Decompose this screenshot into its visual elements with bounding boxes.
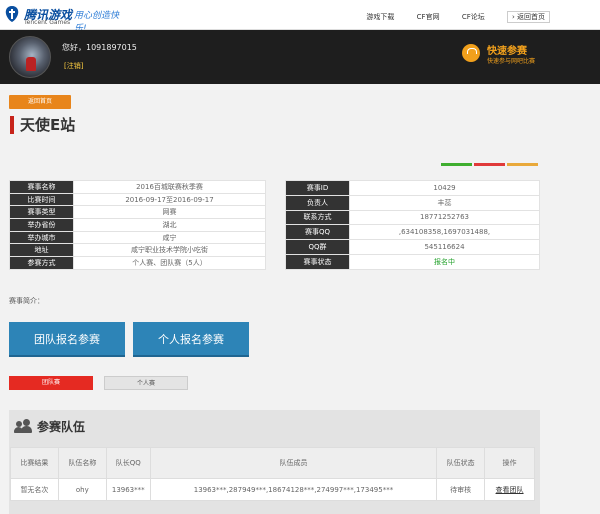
color-bars (441, 163, 539, 166)
teams-cell: 13963***,287949***,18674128***,274997***… (149, 478, 438, 501)
teams-header-cell: 比赛结果 (10, 447, 59, 479)
event-info-value: 湖北 (73, 218, 266, 232)
event-contact-value: ,634108358,1697031488, (349, 224, 540, 241)
event-info-row: 参赛方式 个人赛、团队赛（5人） (9, 256, 266, 270)
event-info-value: 咸宁职业技术学院小吃街 (73, 243, 266, 258)
teams-panel-title: 参赛队伍 (37, 420, 86, 434)
event-info-row: 地址 咸宁职业技术学院小吃街 (9, 243, 266, 258)
title-accent-bar (10, 116, 14, 134)
link-home-label: 返回首页 (517, 13, 545, 21)
quick-join-title: 快速参赛 (487, 46, 527, 57)
teams-header-cell: 队长QQ (105, 447, 151, 479)
event-contact-key: 联系方式 (285, 209, 350, 226)
event-contact-key: 赛事状态 (285, 253, 350, 270)
link-home[interactable]: › 返回首页 (506, 11, 550, 23)
page-title: 天使E站 (20, 116, 76, 134)
event-intro-label: 赛事简介： (9, 297, 44, 305)
event-contact-row: 负责人 丰蕊 (285, 194, 540, 211)
event-info-value: 咸宁 (73, 230, 266, 245)
teams-cell: 待审核 (436, 478, 486, 501)
logout-link[interactable]: [注销] (64, 61, 83, 71)
tab-personal[interactable]: 个人赛 (104, 376, 188, 390)
color-bar-orange (507, 163, 538, 166)
table-row: 暂无名次 ohy 13963*** 13963***,287949***,186741… (10, 478, 535, 501)
event-info-row: 比赛时间 2016-09-17至2016-09-17 (9, 192, 266, 207)
event-contact-row: 赛事ID 10429 (285, 180, 540, 196)
view-team-link[interactable]: 查看团队 (484, 478, 535, 501)
event-info-value: 2016-09-17至2016-09-17 (73, 192, 266, 207)
color-bar-red (474, 163, 505, 166)
brand-name-en: Tencent Games (24, 19, 71, 26)
event-info-value: 2016百城联赛秋季赛 (73, 180, 266, 194)
event-info-row: 赛事类型 网赛 (9, 205, 266, 220)
avatar (9, 36, 51, 78)
event-contact-row: 赛事状态 报名中 (285, 253, 540, 270)
top-links: 游戏下载 CF官网 CF论坛 › 返回首页 (346, 11, 550, 23)
back-home-button[interactable]: 返回首页 (9, 95, 71, 109)
event-contact-row: 赛事QQ ,634108358,1697031488, (285, 224, 540, 241)
event-info-key: 赛事类型 (9, 205, 74, 220)
team-signup-button[interactable]: 团队报名参赛 (9, 322, 125, 357)
tencent-logo-icon (5, 6, 19, 22)
teams-header-cell: 队伍状态 (436, 447, 486, 479)
tencent-games-logo[interactable]: 腾讯游戏 Tencent Games 用心创造快乐! (4, 5, 124, 34)
user-bar: 您好，1091897015 [注销] 快速参赛 快速参与网吧比赛 (0, 30, 600, 84)
event-contact-value: 10429 (349, 180, 540, 196)
event-info-key: 举办省份 (9, 218, 74, 232)
quick-join-subtitle: 快速参与网吧比赛 (487, 58, 536, 65)
quick-join-icon (462, 44, 480, 62)
link-cf-forum[interactable]: CF论坛 (462, 13, 485, 21)
top-bar: 腾讯游戏 Tencent Games 用心创造快乐! 游戏下载 CF官网 CF论… (0, 0, 600, 34)
teams-table: 比赛结果 队伍名称 队长QQ 队伍成员 队伍状态 操作 暂无名次 ohy 13963*** 13… (10, 447, 535, 501)
teams-header-cell: 队伍成员 (149, 447, 438, 479)
event-contact-row: 联系方式 18771252763 (285, 209, 540, 226)
personal-signup-button[interactable]: 个人报名参赛 (133, 322, 249, 357)
event-info-row: 举办城市 咸宁 (9, 230, 266, 245)
user-greeting: 您好，1091897015 (62, 43, 137, 52)
event-info-row: 举办省份 湖北 (9, 218, 266, 232)
event-contact-value: 545116624 (349, 239, 540, 255)
event-info-key: 地址 (9, 243, 74, 258)
event-contact-row: QQ群 545116624 (285, 239, 540, 255)
event-contact-key: 赛事ID (285, 180, 350, 196)
teams-header-cell: 队伍名称 (57, 447, 107, 479)
quick-join-button[interactable]: 快速参赛 快速参与网吧比赛 (462, 42, 562, 68)
event-contact-table: 赛事ID 10429 负责人 丰蕊 联系方式 18771252763 赛事QQ ,634108… (285, 180, 540, 270)
teams-header-cell: 操作 (484, 447, 535, 479)
event-info-value: 网赛 (73, 205, 266, 220)
event-info-value: 个人赛、团队赛（5人） (73, 256, 266, 270)
event-info-key: 比赛时间 (9, 192, 74, 207)
event-contact-key: QQ群 (285, 239, 350, 255)
color-bar-green (441, 163, 472, 166)
event-contact-value: 18771252763 (349, 209, 540, 226)
users-icon (14, 419, 32, 433)
teams-cell: ohy (57, 478, 107, 501)
event-contact-value: 丰蕊 (349, 194, 540, 211)
event-info-row: 赛事名称 2016百城联赛秋季赛 (9, 180, 266, 194)
event-info-key: 参赛方式 (9, 256, 74, 270)
link-cf-official[interactable]: CF官网 (417, 13, 440, 21)
link-game-download[interactable]: 游戏下载 (366, 13, 394, 21)
event-info-key: 举办城市 (9, 230, 74, 245)
event-info-table: 赛事名称 2016百城联赛秋季赛 比赛时间 2016-09-17至2016-09-17… (9, 180, 266, 270)
event-contact-value: 报名中 (349, 253, 540, 270)
event-contact-key: 负责人 (285, 194, 350, 211)
teams-cell: 13963*** (105, 478, 151, 501)
teams-cell: 暂无名次 (10, 478, 59, 501)
event-contact-key: 赛事QQ (285, 224, 350, 241)
tab-team[interactable]: 团队赛 (9, 376, 93, 390)
event-info-key: 赛事名称 (9, 180, 74, 194)
